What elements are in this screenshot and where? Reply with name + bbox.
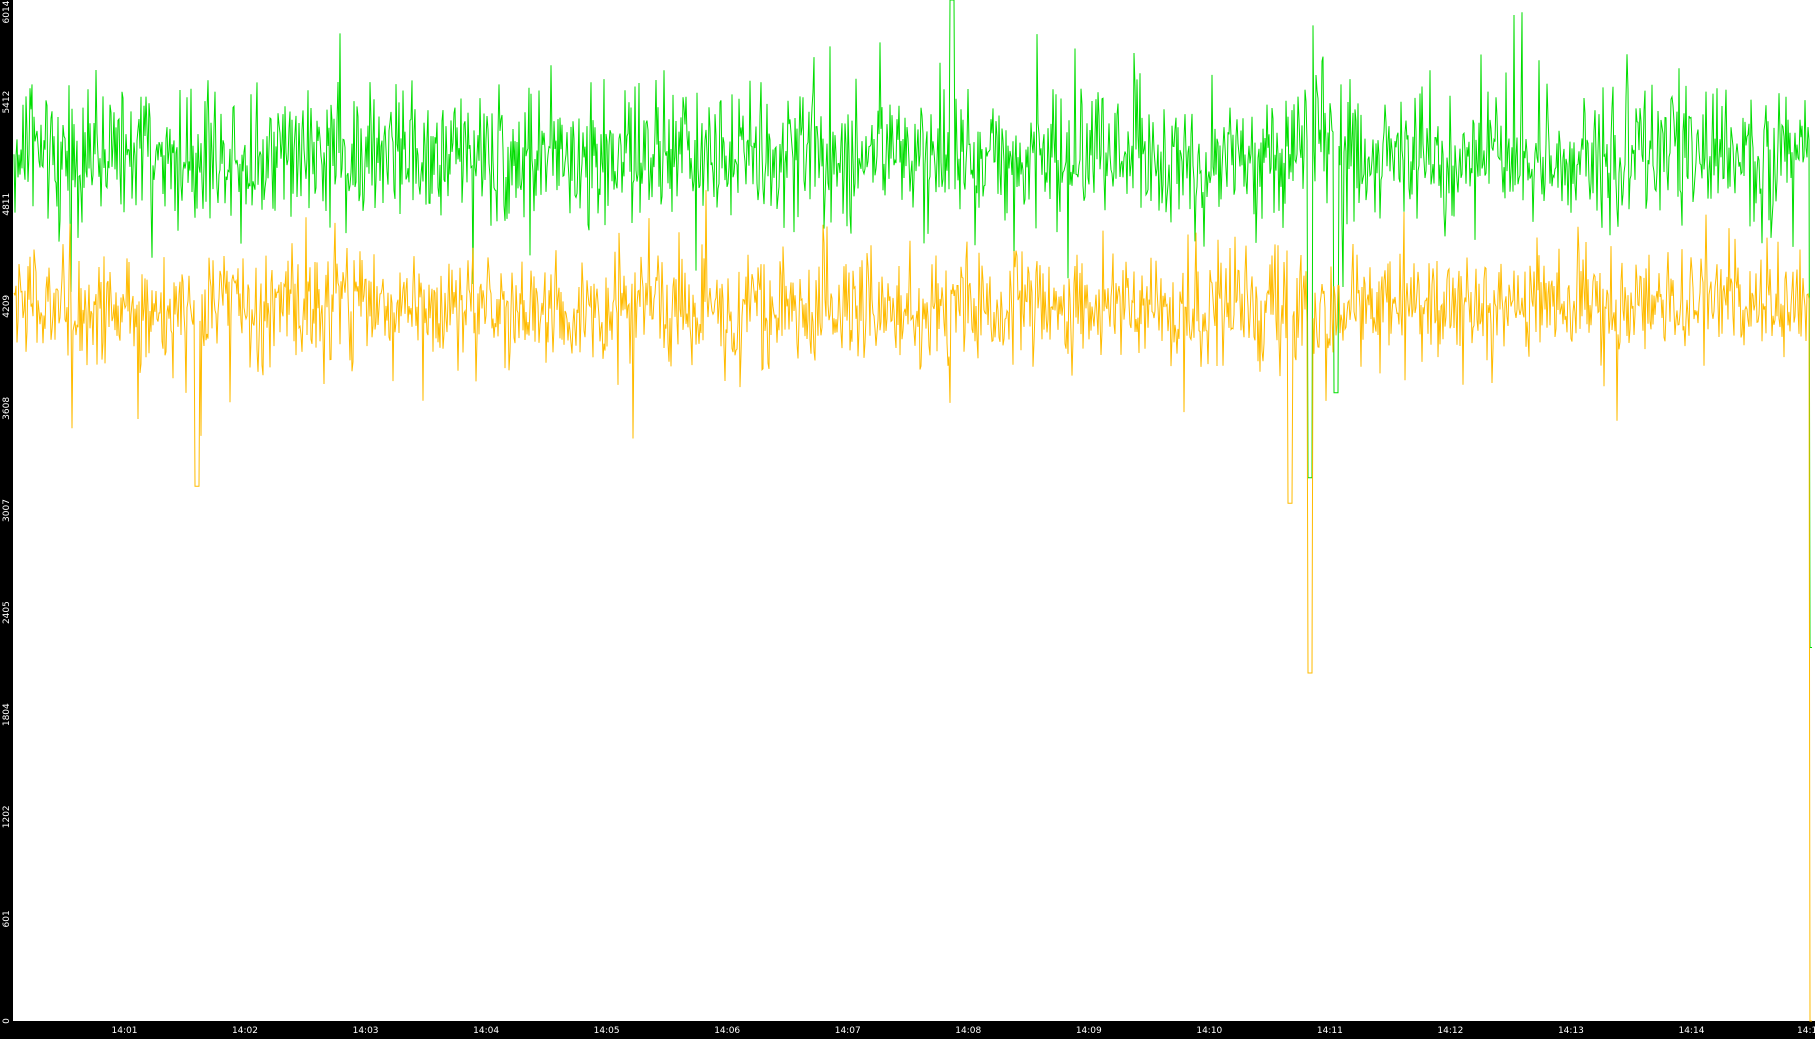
y-tick-label: 3007 xyxy=(2,499,12,522)
x-tick-label: 14:04 xyxy=(473,1026,499,1036)
x-tick-label: 14:03 xyxy=(353,1026,379,1036)
y-tick-label: 5412 xyxy=(2,91,12,114)
series-line-2 xyxy=(13,190,1812,1022)
y-tick-label: 1202 xyxy=(2,805,12,828)
x-tick-label: 14:08 xyxy=(955,1026,981,1036)
y-tick-label: 4209 xyxy=(2,295,12,318)
x-tick-label: 14:07 xyxy=(835,1026,861,1036)
x-tick-label: 14:10 xyxy=(1196,1026,1222,1036)
x-tick-label: 14:09 xyxy=(1076,1026,1102,1036)
x-tick-label: 14:01 xyxy=(112,1026,138,1036)
x-tick-label: 14:11 xyxy=(1317,1026,1343,1036)
chart-window: 0 601 1202 1804 2405 3007 3608 4209 4811 5412 6014… xyxy=(0,0,1815,1039)
x-axis-tick-labels: 14:01 14:02 14:03 14:04 14:05 14:06 14:07 14:08… xyxy=(112,1026,1815,1036)
x-tick-label: 14:15 xyxy=(1797,1026,1815,1036)
x-tick-label: 14:06 xyxy=(714,1026,740,1036)
y-tick-label: 6014 xyxy=(2,0,12,23)
x-tick-label: 14:14 xyxy=(1678,1026,1704,1036)
y-tick-label: 1804 xyxy=(2,703,12,726)
y-axis-tick-labels: 0 601 1202 1804 2405 3007 3608 4209 4811 5412 6014 xyxy=(2,0,12,1024)
x-tick-label: 14:12 xyxy=(1437,1026,1463,1036)
y-tick-label: 4811 xyxy=(2,193,12,216)
x-tick-label: 14:05 xyxy=(594,1026,620,1036)
series-layer xyxy=(13,0,1812,1022)
y-tick-label: 0 xyxy=(2,1018,12,1024)
y-tick-label: 2405 xyxy=(2,601,12,624)
x-tick-label: 14:02 xyxy=(232,1026,258,1036)
y-tick-label: 3608 xyxy=(2,397,12,420)
y-tick-label: 601 xyxy=(2,910,12,927)
x-tick-label: 14:13 xyxy=(1558,1026,1584,1036)
line-chart: 0 601 1202 1804 2405 3007 3608 4209 4811 5412 6014… xyxy=(2,0,1815,1036)
